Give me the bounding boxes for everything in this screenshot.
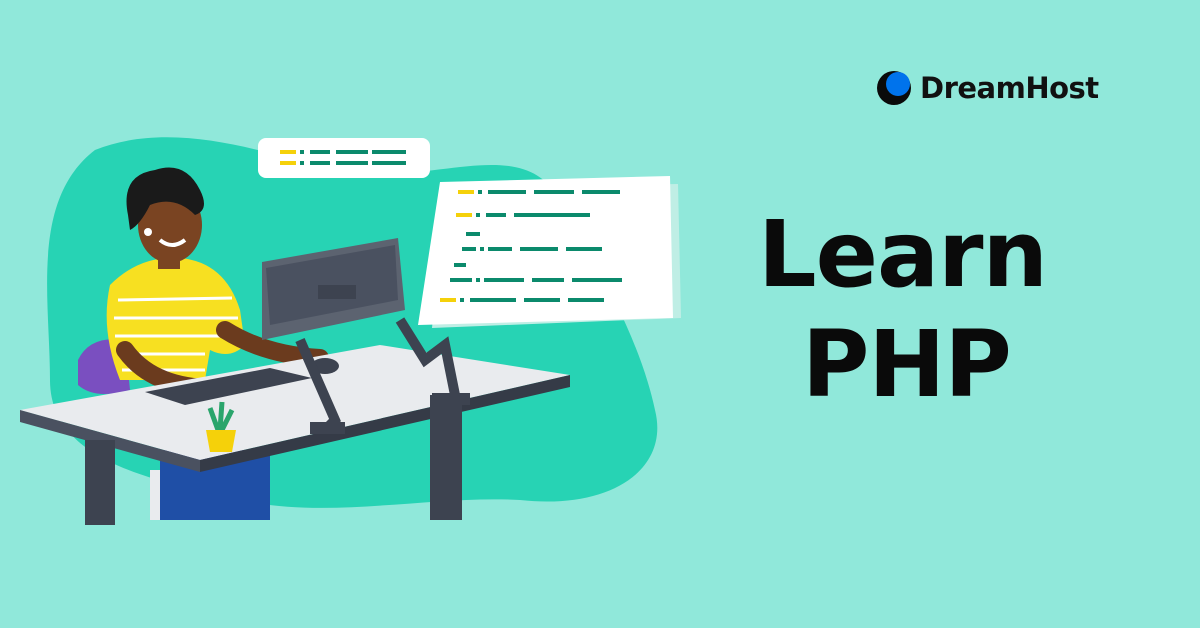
code-editor-card <box>418 176 681 328</box>
dreamhost-moon-icon <box>877 71 911 105</box>
developer-illustration <box>20 137 681 525</box>
title-line-2: PHP <box>802 311 1012 418</box>
title-line-1: Learn <box>758 201 1048 308</box>
desk-leg-left <box>85 440 115 525</box>
brand-logo[interactable]: DreamHost <box>876 70 1099 106</box>
page-title: Learn PHP <box>758 200 1048 420</box>
code-snippet-card <box>258 138 430 178</box>
brand-name: DreamHost <box>920 71 1099 105</box>
